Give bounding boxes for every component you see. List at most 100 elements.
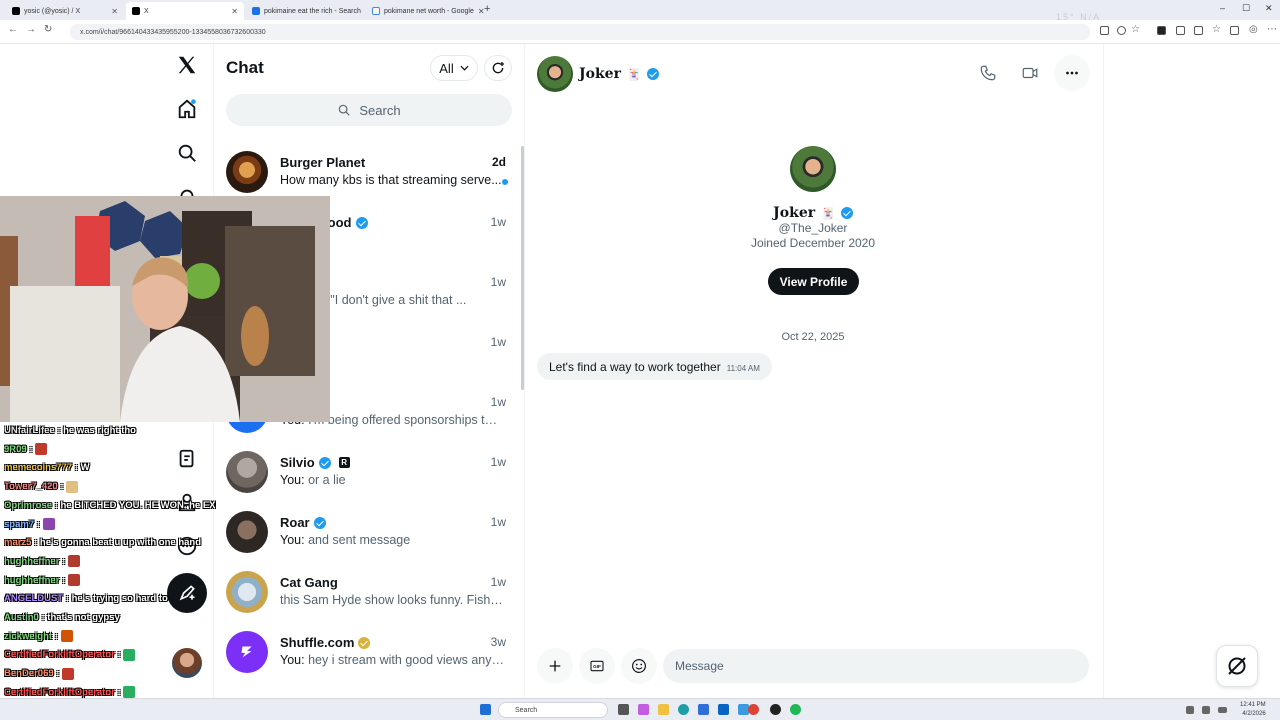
grok-button[interactable] — [1216, 645, 1258, 687]
conversation-preview: How many kbs is that streaming serve... — [280, 173, 502, 187]
stream-chat-line: CertifiedForkliftOperator : — [4, 646, 216, 665]
gif-button[interactable]: GIF — [579, 648, 615, 684]
taskbar-search[interactable]: Search — [498, 702, 608, 718]
conversation-row[interactable]: Shuffle.com 3w You: hey i stream with go… — [214, 622, 524, 682]
conversation-preview: this Sam Hyde show looks funny. Fish Tan… — [280, 593, 504, 607]
conversation-row[interactable]: Silvio R 1w You: or a lie — [214, 442, 524, 502]
volume-icon[interactable] — [1202, 706, 1210, 714]
conversation-time: 1w — [490, 395, 506, 409]
reload-icon[interactable]: ↻ — [44, 24, 52, 35]
zoom-icon[interactable] — [1117, 26, 1126, 35]
stream-chat-line: hughheffner : — [4, 572, 216, 591]
task-view-icon[interactable] — [618, 704, 629, 715]
browser-tab-active[interactable]: X ✕ — [126, 2, 244, 20]
conversation-row[interactable]: Burger Planet 2d How many kbs is that st… — [214, 142, 524, 202]
extension-icon[interactable] — [1157, 26, 1166, 35]
emote-icon — [62, 667, 75, 680]
wifi-icon[interactable] — [1186, 706, 1194, 714]
emote-icon — [67, 574, 80, 587]
file-explorer-icon[interactable] — [658, 704, 669, 715]
svg-text:GIF: GIF — [593, 664, 601, 669]
tab-title: pokimane net worth - Google — [384, 7, 474, 15]
x-favicon-icon — [12, 7, 20, 15]
outlook-icon[interactable] — [718, 704, 729, 715]
conversation-row[interactable]: Cat Gang 1w this Sam Hyde show looks fun… — [214, 562, 524, 622]
add-icon — [549, 660, 561, 672]
page-title: Chat — [226, 58, 264, 77]
conversation-preview: You: or a lie — [280, 473, 346, 487]
conversation-time: 2d — [491, 155, 506, 169]
chat-list-scrollbar[interactable] — [521, 146, 524, 390]
obs-icon[interactable] — [770, 704, 781, 715]
video-call-button[interactable] — [1012, 55, 1048, 91]
menu-icon[interactable]: ⋯ — [1267, 24, 1277, 35]
url-field[interactable]: x.com/i/chat/966140433435955200-13345580… — [70, 24, 1090, 40]
stream-chat-line: marz5 : he's gonna beat u up with one ha… — [4, 537, 202, 549]
message-timestamp: 11:04 AM — [726, 364, 760, 373]
browser-tab[interactable]: yosic (@yosic) / X ✕ — [6, 2, 124, 20]
verified-badge-icon — [318, 456, 331, 469]
verified-gold-badge-icon — [358, 636, 371, 649]
message-input[interactable] — [663, 649, 1089, 683]
stream-chat-line: hughheffner : — [4, 553, 216, 572]
minimize-button[interactable]: – — [1220, 3, 1225, 13]
split-view-icon[interactable] — [1194, 26, 1203, 35]
conversation-time: 1w — [490, 335, 506, 349]
browser-tab[interactable]: pokimaine eat the rich - Search ✕ — [246, 2, 364, 20]
collections-icon[interactable] — [1230, 26, 1239, 35]
chat-search-input[interactable]: Search — [226, 94, 512, 126]
tab-title: pokimaine eat the rich - Search — [264, 7, 361, 15]
affiliate-badge: R — [338, 457, 350, 468]
conversation-name: Shuffle.com — [280, 635, 371, 650]
favorites-icon[interactable]: ☆ — [1212, 24, 1221, 35]
conversation-name: Cat Gang — [280, 575, 338, 590]
conversation-time: 1w — [490, 575, 506, 589]
back-icon[interactable]: ← — [8, 24, 18, 35]
forward-icon[interactable]: → — [26, 24, 36, 35]
search-icon[interactable] — [174, 140, 200, 166]
new-chat-button[interactable] — [484, 55, 512, 81]
close-tab-icon[interactable]: ✕ — [231, 7, 238, 16]
close-tab-icon[interactable]: ✕ — [111, 7, 118, 16]
store-icon[interactable] — [698, 704, 709, 715]
stream-chat-line: Oprimrose : he BITCHED YOU. HE WON. he E… — [4, 499, 216, 511]
profile-icon[interactable]: ◎ — [1249, 24, 1258, 35]
chrome-icon[interactable] — [748, 704, 759, 715]
search-placeholder: Search — [359, 102, 401, 118]
close-window-button[interactable]: ✕ — [1265, 3, 1273, 14]
maximize-button[interactable]: ☐ — [1242, 3, 1250, 14]
joker-card-emoji: 🃏 — [626, 67, 641, 81]
extension-icon[interactable] — [1176, 26, 1185, 35]
message-text: Let's find a way to work together — [549, 359, 721, 374]
copilot-icon[interactable] — [638, 704, 649, 715]
view-profile-button[interactable]: View Profile — [768, 268, 859, 295]
voice-call-button[interactable] — [970, 55, 1006, 91]
battery-icon[interactable] — [1218, 707, 1227, 713]
windows-taskbar: Search 12:41 PM 4/2/2026 — [0, 698, 1280, 720]
conversation-time: 1w — [490, 515, 506, 529]
extension-icon[interactable] — [1100, 26, 1109, 35]
x-logo-icon[interactable] — [174, 52, 200, 78]
taskbar-clock[interactable]: 12:41 PM 4/2/2026 — [1240, 701, 1266, 719]
emoji-button[interactable] — [621, 648, 657, 684]
search-icon — [339, 104, 351, 116]
conversation-avatar[interactable] — [537, 56, 573, 92]
profile-avatar[interactable] — [790, 146, 836, 192]
message-bubble[interactable]: Let's find a way to work together 11:04 … — [537, 353, 772, 380]
browser-tab[interactable]: pokimane net worth - Google ✕ — [366, 2, 484, 20]
bookmark-star-icon[interactable]: ☆ — [1131, 24, 1140, 35]
gif-icon: GIF — [590, 660, 604, 672]
avatar — [226, 451, 268, 493]
windows-start-icon[interactable] — [480, 704, 491, 715]
home-icon[interactable] — [174, 96, 200, 122]
conversation-header-name[interactable]: Joker 🃏 — [579, 66, 659, 82]
filter-dropdown[interactable]: All — [430, 55, 478, 81]
conversation-row[interactable]: Roar 1w You: and sent message — [214, 502, 524, 562]
more-options-button[interactable] — [1054, 55, 1090, 91]
address-bar-row: ← → ↻ x.com/i/chat/966140433435955200-13… — [0, 20, 1280, 44]
new-tab-button[interactable]: + — [484, 3, 490, 15]
spotify-icon[interactable] — [790, 704, 801, 715]
attach-button[interactable] — [537, 648, 573, 684]
stream-chat-line: spam7 : — [4, 516, 216, 535]
edge-icon[interactable] — [678, 704, 689, 715]
